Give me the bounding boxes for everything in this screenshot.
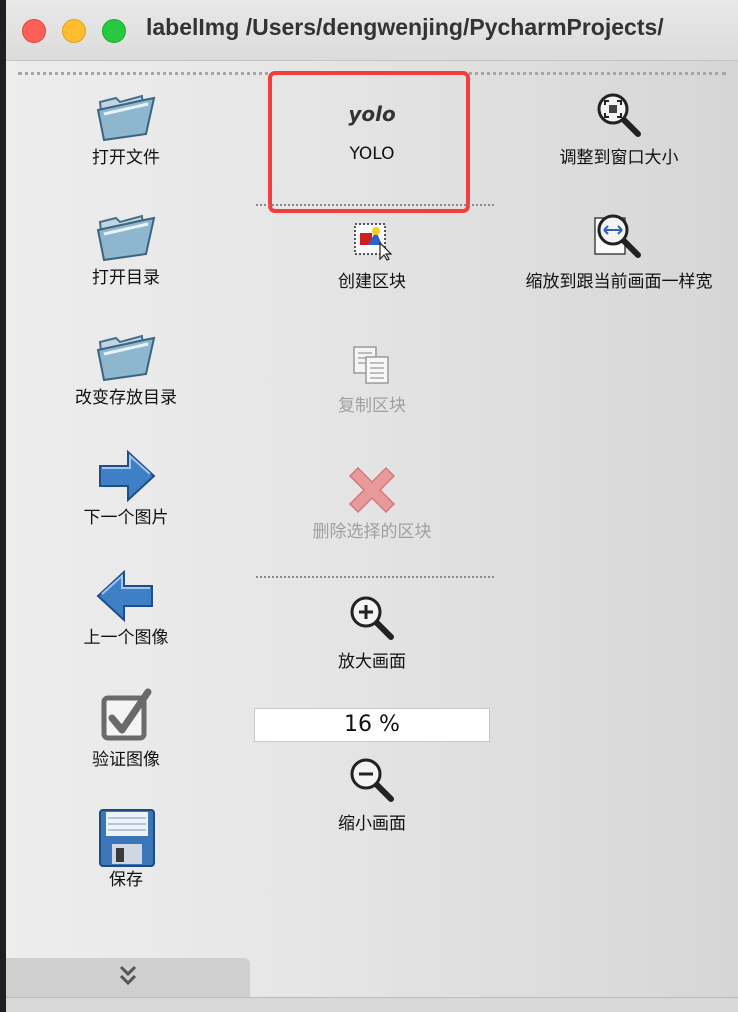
save-label: 保存 (109, 870, 143, 890)
change-save-dir-label: 改变存放目录 (75, 388, 177, 408)
yolo-format-button[interactable]: yolo YOLO (252, 84, 492, 164)
yolo-format-icon: yolo (348, 102, 396, 126)
arrow-left-icon (94, 564, 158, 628)
toolbar-separator (256, 204, 494, 206)
zoom-in-icon (340, 584, 404, 652)
prev-image-button[interactable]: 上一个图像 (56, 564, 196, 648)
prev-image-label: 上一个图像 (83, 628, 169, 648)
zoom-out-button[interactable]: 缩小画面 (252, 746, 492, 834)
labelimg-window: labelImg /Users/dengwenjing/PycharmProje… (6, 0, 738, 1012)
double-chevron-down-icon (118, 964, 138, 993)
title-bar: labelImg /Users/dengwenjing/PycharmProje… (6, 0, 738, 61)
fit-width-icon (587, 200, 651, 272)
delete-box-label: 删除选择的区块 (312, 522, 432, 542)
toolbar-separator (256, 576, 494, 578)
copy-icon (340, 334, 404, 396)
create-box-icon (340, 210, 404, 272)
folder-open-icon (94, 84, 158, 148)
next-image-button[interactable]: 下一个图片 (56, 444, 196, 528)
status-strip (6, 997, 738, 1012)
window-title: labelImg /Users/dengwenjing/PycharmProje… (146, 14, 664, 40)
open-dir-label: 打开目录 (92, 268, 160, 288)
zoom-out-icon (340, 746, 404, 814)
zoom-in-label: 放大画面 (338, 652, 406, 672)
maximize-window-button[interactable] (102, 19, 126, 43)
change-save-dir-button[interactable]: 改变存放目录 (56, 324, 196, 408)
fit-window-label: 调整到窗口大小 (559, 148, 679, 168)
delete-box-button[interactable]: 删除选择的区块 (252, 458, 492, 542)
zoom-level-spinbox[interactable]: 16 % (254, 708, 490, 742)
folder-open-icon (94, 204, 158, 268)
arrow-right-icon (94, 444, 158, 508)
open-dir-button[interactable]: 打开目录 (56, 204, 196, 288)
yolo-format-label: YOLO (349, 144, 395, 164)
floppy-disk-icon (94, 806, 158, 870)
verify-image-button[interactable]: 验证图像 (56, 686, 196, 770)
minimize-window-button[interactable] (62, 19, 86, 43)
zoom-in-button[interactable]: 放大画面 (252, 584, 492, 672)
duplicate-box-button[interactable]: 复制区块 (252, 334, 492, 416)
folder-open-icon (94, 324, 158, 388)
zoom-out-label: 缩小画面 (338, 814, 406, 834)
duplicate-box-label: 复制区块 (338, 396, 406, 416)
fit-width-label: 缩放到跟当前画面一样宽 (525, 272, 713, 292)
open-file-label: 打开文件 (92, 148, 160, 168)
fit-width-button[interactable]: 缩放到跟当前画面一样宽 (504, 200, 734, 292)
fit-window-button[interactable]: 调整到窗口大小 (504, 82, 734, 168)
delete-x-icon (340, 458, 404, 522)
verify-image-label: 验证图像 (92, 750, 160, 770)
close-window-button[interactable] (22, 19, 46, 43)
next-image-label: 下一个图片 (83, 508, 169, 528)
open-file-button[interactable]: 打开文件 (56, 84, 196, 168)
create-box-button[interactable]: 创建区块 (252, 210, 492, 292)
toolbar-expand-button[interactable] (6, 958, 250, 998)
checkbox-icon (94, 686, 158, 750)
fit-window-icon (587, 82, 651, 148)
create-box-label: 创建区块 (338, 272, 406, 292)
save-button[interactable]: 保存 (56, 806, 196, 890)
